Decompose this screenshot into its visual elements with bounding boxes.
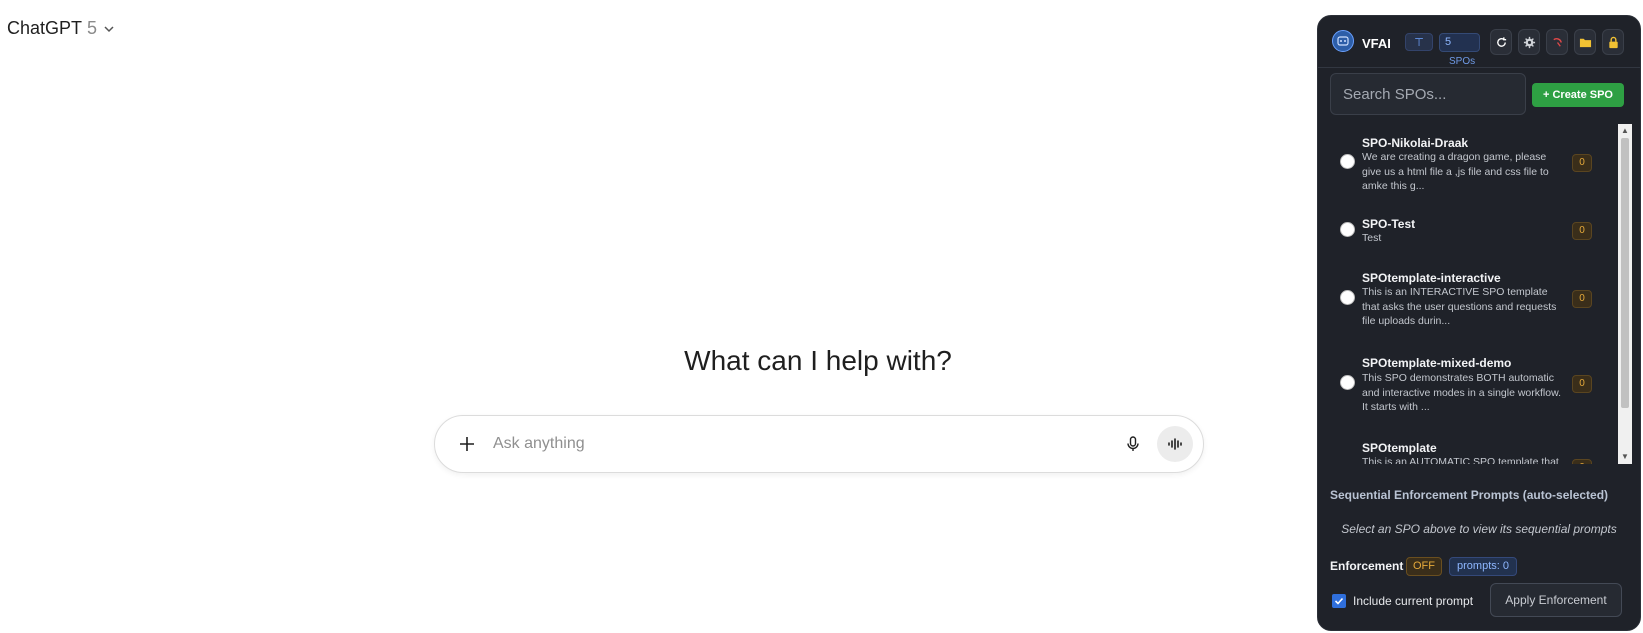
spo-list-scrollbar[interactable]: ▲ ▼ [1618,124,1632,464]
lock-button[interactable] [1602,29,1624,55]
sequential-prompts-hint: Select an SPO above to view its sequenti… [1341,522,1617,536]
sequential-prompts-heading: Sequential Enforcement Prompts (auto-sel… [1330,488,1609,502]
refresh-button[interactable] [1490,29,1512,55]
spo-title: SPOtemplate [1362,441,1437,455]
prompt-input[interactable] [493,435,1115,453]
microphone-icon [1127,436,1139,451]
list-item[interactable]: SPOtemplate-interactive This is an INTER… [1326,260,1616,330]
spo-search-input[interactable] [1330,73,1526,115]
panel-header: VFAI ⊤ 5 SPOs [1318,16,1640,68]
spo-count-badge: 0 [1572,375,1592,393]
folder-button[interactable] [1574,29,1596,55]
scroll-thumb[interactable] [1621,138,1629,408]
settings-button[interactable] [1518,29,1540,55]
spo-radio[interactable] [1340,290,1355,305]
spo-description: This is an INTERACTIVE SPO template that… [1362,286,1557,327]
refresh-icon [1496,36,1506,47]
spo-title: SPO-Test [1362,217,1416,231]
spo-count-label: SPOs [1449,56,1476,67]
vfai-panel: VFAI ⊤ 5 SPOs + Create SPO SPO-Nikolai-D… [1317,15,1641,631]
spo-count-badge: 0 [1572,222,1592,240]
gauge-icon [1552,37,1562,47]
spo-count: 5 [1439,33,1480,52]
spo-description: This is an AUTOMATIC SPO template that [1362,456,1559,464]
history-button[interactable] [1546,29,1568,55]
apply-enforcement-button[interactable]: Apply Enforcement [1490,583,1622,617]
vfai-logo-icon [1332,30,1354,52]
spo-radio[interactable] [1340,222,1355,237]
include-current-prompt-label: Include current prompt [1353,594,1474,608]
composer [434,415,1204,473]
plus-icon [460,437,474,451]
list-item[interactable]: SPOtemplate This is an AUTOMATIC SPO tem… [1326,429,1616,464]
scroll-up-icon[interactable]: ▲ [1621,126,1629,135]
model-name: ChatGPT [7,18,83,38]
sort-icon: ⊤ [1414,36,1424,49]
include-current-prompt-checkbox[interactable] [1332,594,1346,608]
spo-description: Test [1362,232,1382,244]
spo-description: We are creating a dragon game, please gi… [1362,151,1549,192]
model-switcher[interactable]: ChatGPT 5 [7,18,116,39]
spo-title: SPO-Nikolai-Draak [1362,136,1469,150]
list-item[interactable]: SPOtemplate-mixed-demo This SPO demonstr… [1326,344,1616,414]
list-item[interactable]: SPO-Test Test 0 [1326,206,1616,256]
lock-icon [1608,36,1618,48]
spo-radio[interactable] [1340,154,1355,169]
voice-mode-button[interactable] [1157,426,1193,462]
spo-count-badge: 0 [1572,290,1592,308]
create-spo-button[interactable]: + Create SPO [1532,83,1624,107]
folder-icon [1579,38,1591,47]
enforcement-status-badge[interactable]: OFF [1406,557,1442,576]
spo-description: This SPO demonstrates BOTH automatic and… [1362,372,1562,413]
enforcement-label: Enforcement [1330,559,1404,573]
spo-radio[interactable] [1340,375,1355,390]
spo-count-badge: 0 [1572,459,1592,464]
checkmark-icon [1334,597,1344,605]
spo-list: SPO-Nikolai-Draak We are creating a drag… [1326,124,1616,464]
chevron-down-icon [104,25,114,32]
spo-count-badge: 0 [1572,154,1592,172]
add-attachment-button[interactable] [449,426,485,462]
sort-button[interactable]: ⊤ [1405,33,1433,51]
list-item[interactable]: SPO-Nikolai-Draak We are creating a drag… [1326,124,1616,194]
dictate-button[interactable] [1115,426,1151,462]
spo-title: SPOtemplate-mixed-demo [1362,356,1512,370]
panel-brand: VFAI [1362,36,1391,51]
prompts-count-badge: prompts: 0 [1449,557,1517,576]
model-version: 5 [87,18,98,38]
gear-icon [1523,36,1535,48]
spo-title: SPOtemplate-interactive [1362,271,1501,285]
waveform-icon [1168,438,1182,450]
scroll-down-icon[interactable]: ▼ [1621,452,1629,461]
